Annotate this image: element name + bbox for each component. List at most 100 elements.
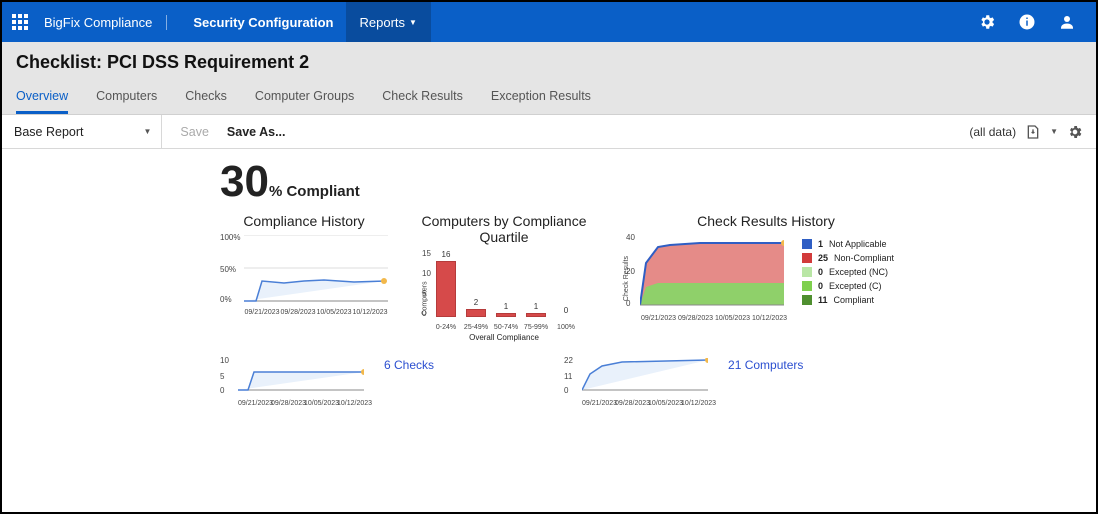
- report-selector-label: Base Report: [14, 125, 83, 139]
- ytick: 50%: [220, 265, 236, 274]
- xtick: 10/05/2023: [304, 400, 337, 407]
- tab-computers[interactable]: Computers: [96, 83, 157, 114]
- ytick: 15: [422, 249, 431, 258]
- compliance-pct-sign: %: [269, 183, 282, 200]
- xtick: 09/21/2023: [244, 309, 280, 316]
- xtick: 10/05/2023: [648, 400, 681, 407]
- bar: [496, 313, 516, 317]
- tab-checks[interactable]: Checks: [185, 83, 227, 114]
- ytick: 5: [220, 372, 224, 381]
- product-name[interactable]: BigFix Compliance: [44, 15, 167, 30]
- top-navbar: BigFix Compliance Security Configuration…: [2, 2, 1096, 42]
- save-as-button[interactable]: Save As...: [227, 125, 286, 139]
- caret-down-icon: ▼: [409, 18, 417, 27]
- caret-down-icon[interactable]: ▼: [1050, 127, 1058, 136]
- xtick: 09/21/2023: [238, 400, 271, 407]
- bar-value: 1: [526, 302, 546, 311]
- compliance-headline: 30% Compliant: [220, 157, 1076, 207]
- page-header: Checklist: PCI DSS Requirement 2 Overvie…: [2, 42, 1096, 115]
- xtick: 09/28/2023: [280, 309, 316, 316]
- info-icon[interactable]: [1018, 13, 1036, 31]
- bar-value: 1: [496, 302, 516, 311]
- tab-overview[interactable]: Overview: [16, 83, 68, 114]
- tab-check-results[interactable]: Check Results: [382, 83, 463, 114]
- bar: [466, 309, 486, 317]
- ytick: 5: [422, 289, 426, 298]
- xtick: 09/28/2023: [271, 400, 304, 407]
- xtick: 10/05/2023: [316, 309, 352, 316]
- report-toolbar: Base Report ▼ Save Save As... (all data)…: [2, 115, 1096, 149]
- ytick: 22: [564, 356, 573, 365]
- legend-item: 25Non-Compliant: [802, 251, 894, 265]
- ytick: 0: [220, 386, 224, 395]
- tab-computer-groups[interactable]: Computer Groups: [255, 83, 354, 114]
- area-plot: [640, 235, 784, 307]
- ytick: 10: [422, 269, 431, 278]
- xtick: 10/12/2023: [337, 400, 370, 407]
- gear-icon[interactable]: [978, 13, 996, 31]
- line-plot: [244, 235, 388, 303]
- bar-value: 16: [436, 250, 456, 259]
- chart-title: Computers by Compliance Quartile: [414, 213, 594, 245]
- chart-compliance-history[interactable]: Compliance History 100% 50% 0% 09/21/202…: [220, 213, 388, 316]
- xtick: 50-74%: [493, 324, 519, 331]
- y-axis-label: Check Results: [623, 256, 630, 301]
- legend-item: 0Excepted (NC): [802, 265, 894, 279]
- legend-item: 11Compliant: [802, 293, 894, 307]
- xtick: 10/12/2023: [681, 400, 714, 407]
- save-button: Save: [180, 125, 209, 139]
- user-icon[interactable]: [1058, 13, 1076, 31]
- xtick: 75-99%: [523, 324, 549, 331]
- xtick: 0-24%: [433, 324, 459, 331]
- ytick: 10: [220, 356, 229, 365]
- compliance-label: Compliant: [282, 183, 360, 200]
- ytick: 0: [422, 309, 426, 318]
- chart-computers-by-quartile[interactable]: Computers by Compliance Quartile Compute…: [414, 213, 594, 342]
- ytick: 20: [626, 267, 635, 276]
- chart-check-results-history[interactable]: Check Results History Check Results 40 2…: [620, 213, 894, 322]
- page-title: Checklist: PCI DSS Requirement 2: [16, 52, 1082, 73]
- app-launcher-icon[interactable]: [12, 14, 28, 30]
- xtick: 09/21/2023: [640, 315, 677, 322]
- bar: [436, 261, 456, 317]
- xtick: 10/05/2023: [714, 315, 751, 322]
- legend: 1Not Applicable 25Non-Compliant 0Excepte…: [802, 213, 894, 322]
- checks-link[interactable]: 6 Checks: [384, 358, 434, 372]
- caret-down-icon: ▼: [143, 127, 151, 136]
- tab-exception-results[interactable]: Exception Results: [491, 83, 591, 114]
- bar-value: 2: [466, 298, 486, 307]
- scope-label: (all data): [969, 125, 1016, 139]
- main-content: 30% Compliant Compliance History 100% 50…: [2, 149, 1096, 407]
- xtick: 09/28/2023: [615, 400, 648, 407]
- xtick: 09/28/2023: [677, 315, 714, 322]
- chart-title: Compliance History: [220, 213, 388, 229]
- x-axis-label: Overall Compliance: [414, 333, 594, 342]
- computers-link[interactable]: 21 Computers: [728, 358, 803, 372]
- legend-item: 1Not Applicable: [802, 237, 894, 251]
- module-name[interactable]: Security Configuration: [181, 15, 345, 30]
- line-plot: [238, 358, 364, 392]
- chart-checks-spark[interactable]: 10 5 0 09/21/2023 09/28/2023 10/05/2023: [220, 358, 434, 407]
- xtick: 100%: [553, 324, 579, 331]
- ytick: 11: [564, 372, 572, 381]
- ytick: 0%: [220, 295, 232, 304]
- gear-icon[interactable]: [1066, 123, 1084, 141]
- xtick: 25-49%: [463, 324, 489, 331]
- legend-item: 0Excepted (C): [802, 279, 894, 293]
- compliance-percent: 30: [220, 157, 269, 207]
- tabs: Overview Computers Checks Computer Group…: [16, 83, 1082, 114]
- report-selector[interactable]: Base Report ▼: [14, 115, 162, 148]
- xtick: 10/12/2023: [352, 309, 388, 316]
- xtick: 09/21/2023: [582, 400, 615, 407]
- ytick: 100%: [220, 233, 240, 242]
- reports-menu-label: Reports: [360, 15, 406, 30]
- chart-computers-spark[interactable]: 22 11 0 09/21/2023 09/28/2023 10/05/2023: [564, 358, 803, 407]
- ytick: 40: [626, 233, 635, 242]
- reports-menu[interactable]: Reports ▼: [346, 2, 431, 42]
- ytick: 0: [626, 299, 630, 308]
- bar: [526, 313, 546, 317]
- line-plot: [582, 358, 708, 392]
- ytick: 0: [564, 386, 568, 395]
- bar-value: 0: [556, 306, 576, 315]
- export-icon[interactable]: [1024, 123, 1042, 141]
